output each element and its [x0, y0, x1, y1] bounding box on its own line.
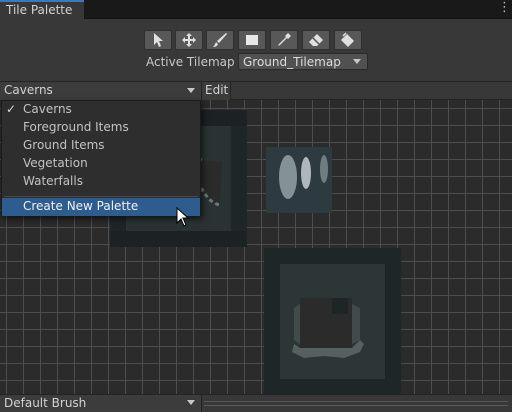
- palette-dropdown[interactable]: Caverns: [0, 82, 202, 100]
- menu-item-waterfalls[interactable]: Waterfalls: [2, 173, 200, 191]
- cave-ground-tile-art: [264, 248, 401, 394]
- move-tool-button[interactable]: [175, 30, 203, 50]
- erase-tool-button[interactable]: [302, 30, 330, 50]
- menu-item-caverns[interactable]: ✓ Caverns: [2, 101, 200, 119]
- rectangle-icon: [246, 35, 258, 45]
- brush-icon: [213, 33, 227, 47]
- arrow-cursor-icon: [154, 33, 163, 47]
- tab-title: Tile Palette: [6, 3, 73, 17]
- menu-item-label: Caverns: [23, 102, 72, 116]
- menu-separator: [4, 196, 198, 197]
- dropdown-arrow-icon: [187, 400, 195, 405]
- brush-dropdown-value: Default Brush: [4, 396, 87, 410]
- checkmark-icon: ✓: [6, 102, 17, 116]
- tab-tile-palette[interactable]: Tile Palette: [0, 0, 84, 19]
- edit-palette-button[interactable]: Edit: [202, 82, 231, 100]
- brush-dropdown[interactable]: Default Brush: [0, 395, 202, 412]
- dropdown-arrow-icon: [187, 88, 195, 93]
- menu-item-label: Ground Items: [23, 138, 105, 152]
- palette-dropdown-menu: ✓ Caverns Foreground Items Ground Items …: [1, 100, 201, 216]
- move-arrows-icon: [182, 33, 196, 47]
- menu-item-label: Create New Palette: [23, 199, 139, 213]
- select-tool-button[interactable]: [144, 30, 172, 50]
- eyedropper-icon: [278, 33, 291, 46]
- fill-tool-button[interactable]: [334, 30, 362, 50]
- tool-toolbar: Active Tilemap Ground_Tilemap: [0, 19, 512, 81]
- menu-item-create-new-palette[interactable]: Create New Palette: [2, 198, 200, 216]
- waterfall-tile[interactable]: [266, 147, 332, 213]
- edit-button-label: Edit: [205, 83, 229, 97]
- box-fill-tool-button[interactable]: [238, 30, 266, 50]
- menu-item-vegetation[interactable]: Vegetation: [2, 155, 200, 173]
- paint-bucket-icon: [341, 32, 354, 47]
- panel-splitter[interactable]: [204, 401, 508, 406]
- window-tab-bar: Tile Palette ⋮: [0, 0, 512, 19]
- mouse-cursor-icon: [176, 207, 190, 227]
- brush-bar: Default Brush: [0, 394, 512, 412]
- tool-button-group: [144, 30, 366, 51]
- menu-item-ground-items[interactable]: Ground Items: [2, 137, 200, 155]
- pick-tool-button[interactable]: [270, 30, 298, 50]
- waterfall-tile-art: [266, 147, 332, 213]
- active-tilemap-label: Active Tilemap: [146, 55, 235, 69]
- palette-dropdown-value: Caverns: [4, 83, 53, 97]
- palette-bar: Caverns Edit: [0, 81, 512, 100]
- menu-item-label: Foreground Items: [23, 120, 129, 134]
- eraser-icon: [309, 34, 323, 46]
- window-menu-button[interactable]: ⋮: [498, 1, 511, 15]
- paint-tool-button[interactable]: [206, 30, 234, 50]
- cave-tile-ground[interactable]: [264, 248, 401, 394]
- active-tilemap-value: Ground_Tilemap: [243, 55, 341, 69]
- active-tilemap-dropdown[interactable]: Ground_Tilemap: [238, 53, 368, 70]
- dropdown-arrow-icon: [353, 59, 361, 64]
- menu-item-foreground-items[interactable]: Foreground Items: [2, 119, 200, 137]
- menu-item-label: Vegetation: [23, 156, 88, 170]
- menu-item-label: Waterfalls: [23, 174, 83, 188]
